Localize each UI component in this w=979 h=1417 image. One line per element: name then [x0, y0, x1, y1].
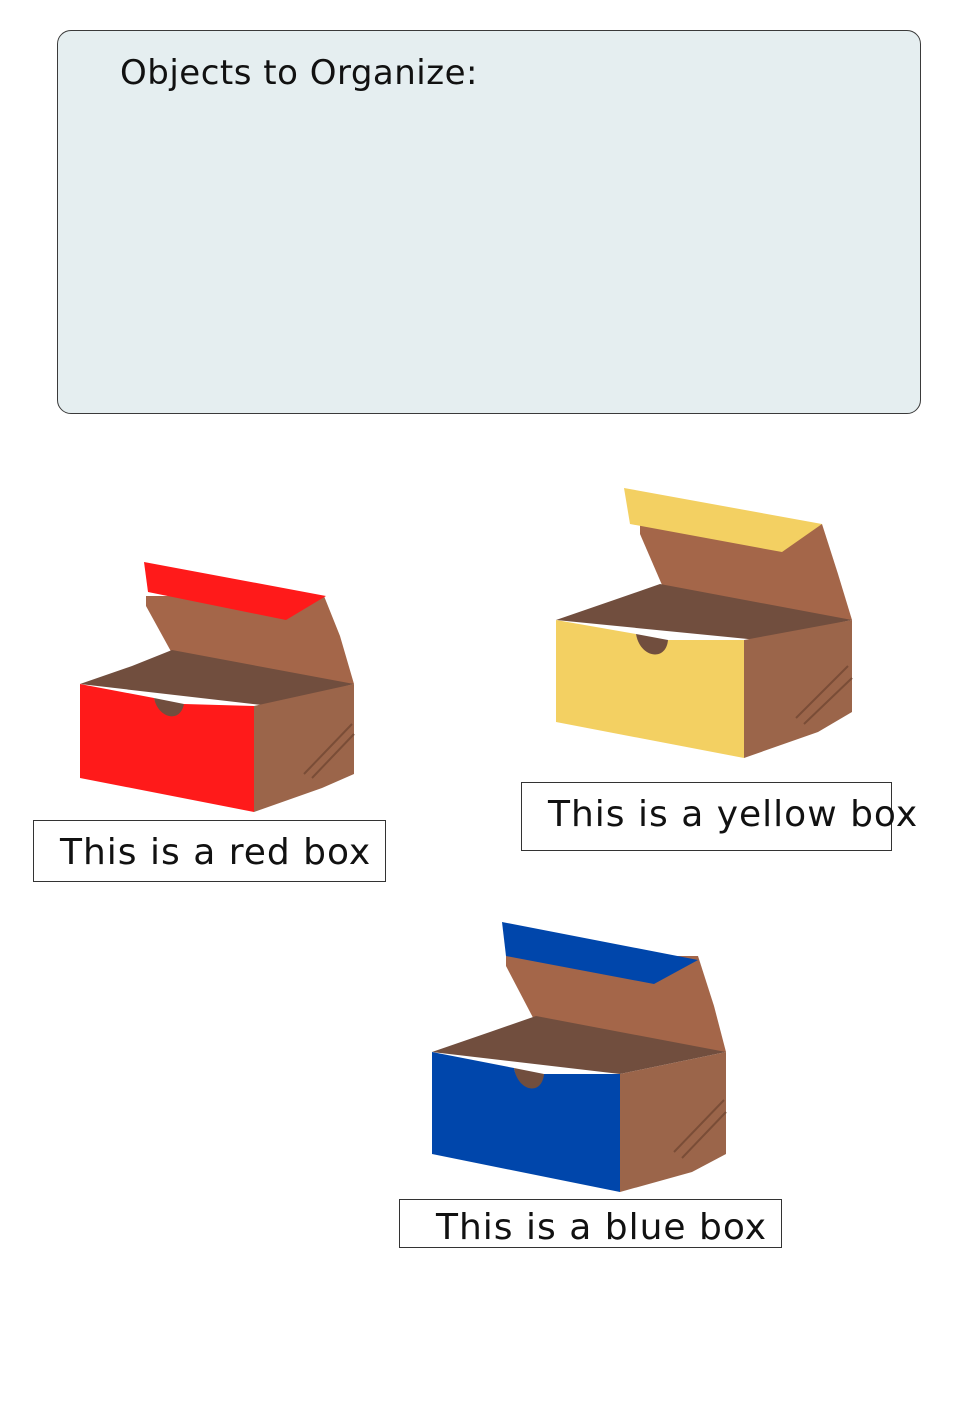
blue-box-image[interactable] [426, 916, 730, 1196]
blue-box-label-text: This is a blue box [436, 1207, 768, 1248]
yellow-box-label-text: This is a yellow box [548, 794, 919, 835]
yellow-box-label: This is a yellow box [521, 782, 917, 851]
red-box-label: This is a red box [33, 820, 386, 882]
red-box-image[interactable] [72, 556, 362, 818]
yellow-box-image[interactable] [552, 484, 856, 764]
objects-to-organize-panel[interactable]: Objects to Organize: [57, 30, 921, 414]
red-box-label-text: This is a red box [60, 832, 372, 873]
blue-box-label: This is a blue box [399, 1199, 782, 1248]
panel-title: Objects to Organize: [120, 53, 478, 93]
